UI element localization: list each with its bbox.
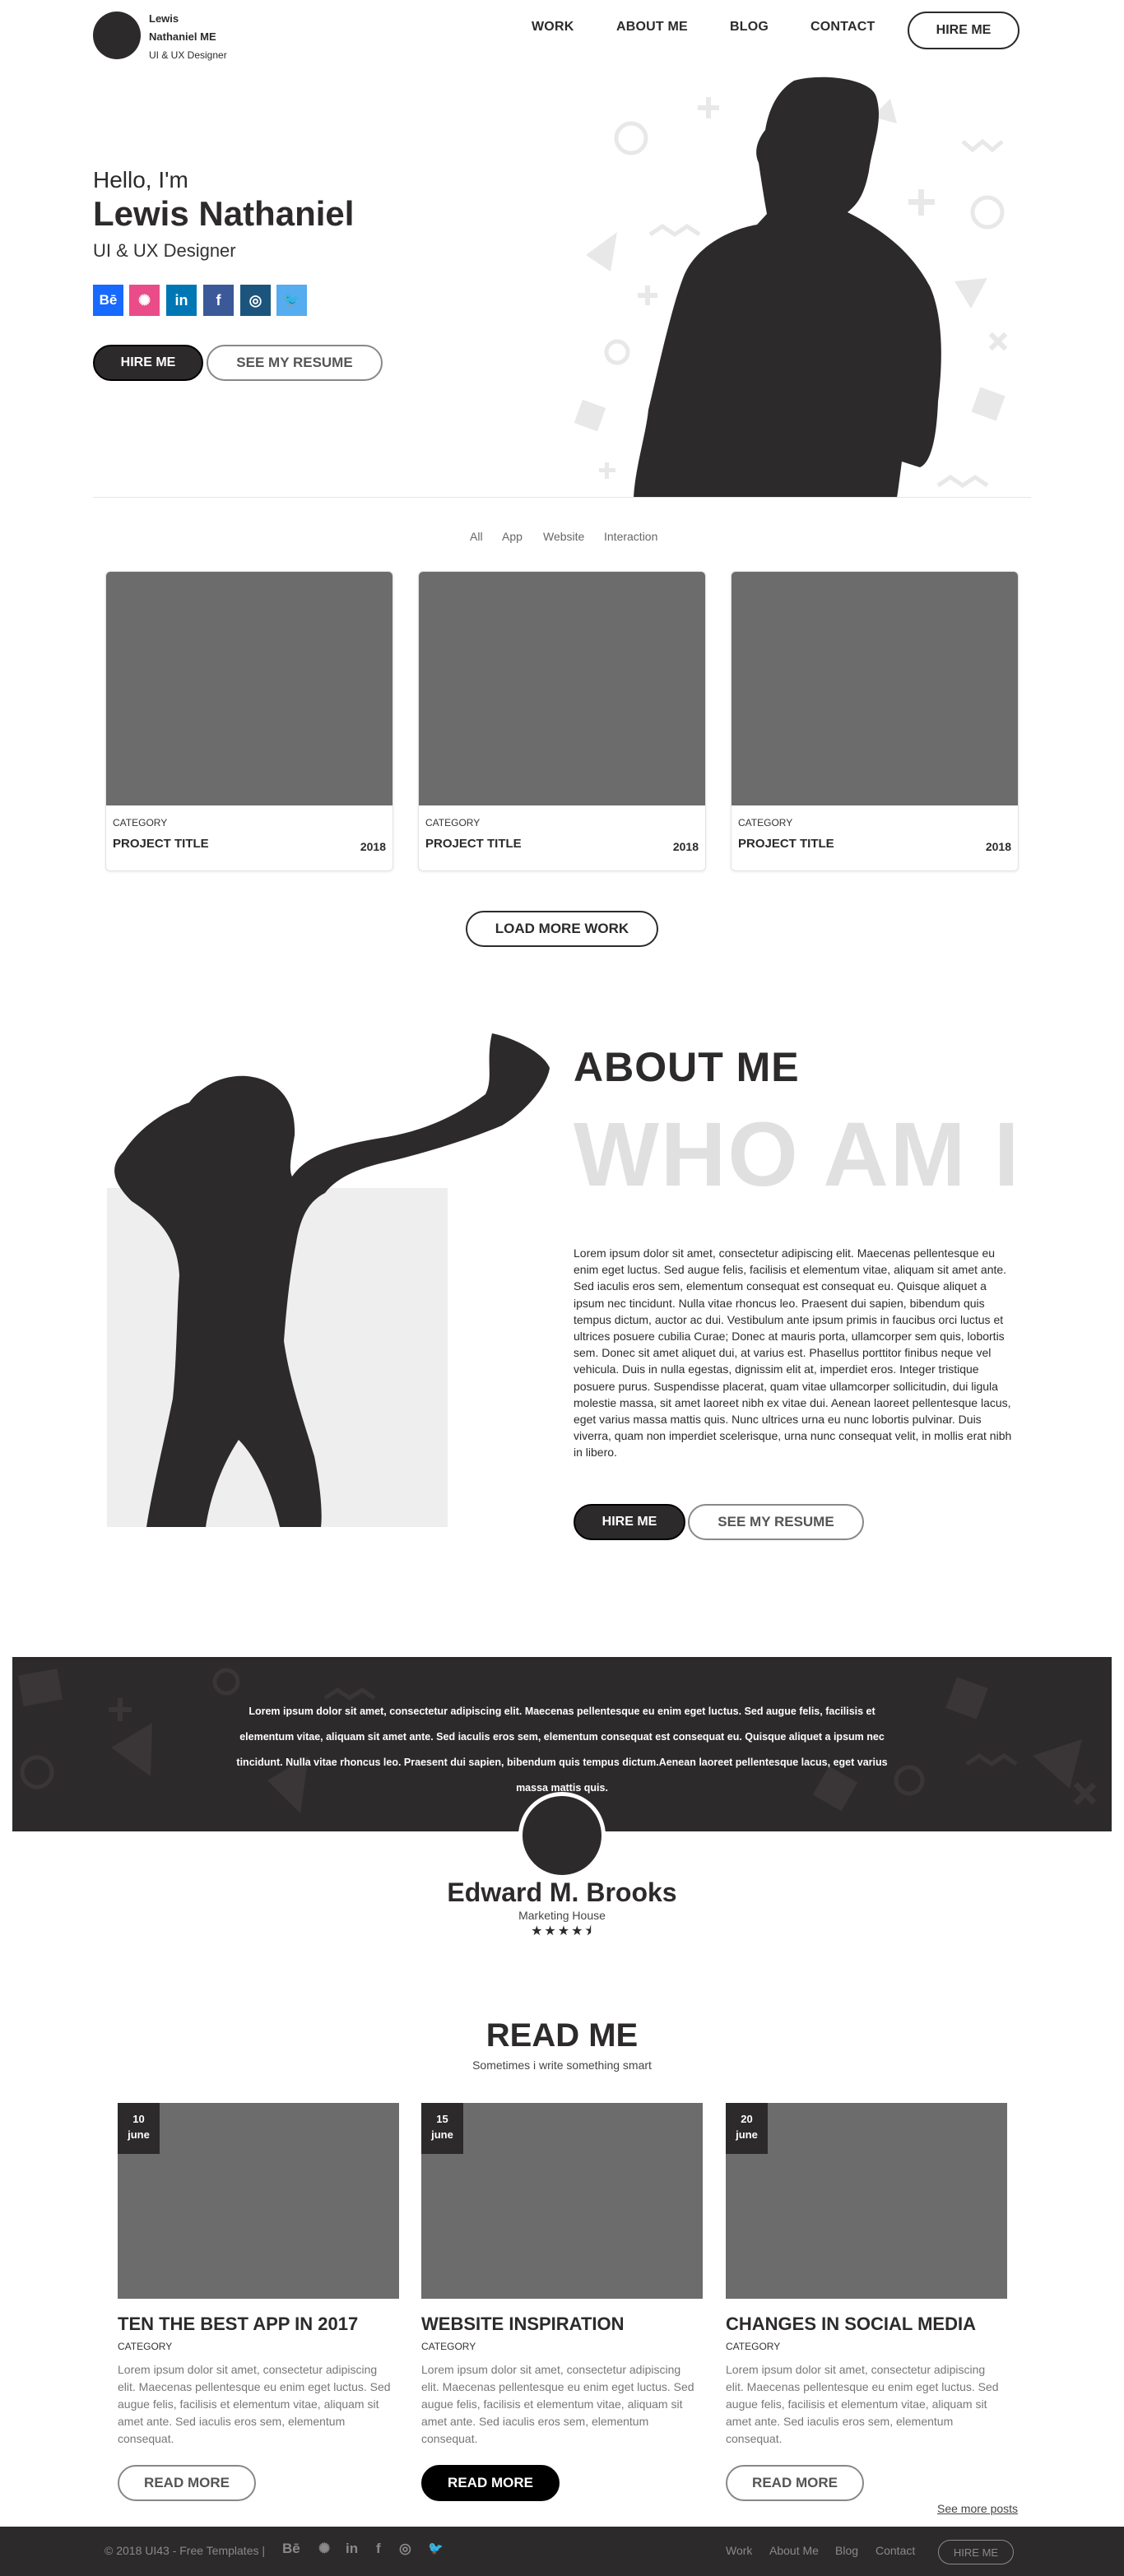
linkedin-icon[interactable]: in (166, 285, 197, 316)
blog-date-month: june (736, 2128, 758, 2141)
logo-line2: Nathaniel ME (149, 30, 216, 43)
blog-post-excerpt: Lorem ipsum dolor sit amet, consectetur … (421, 2363, 694, 2445)
dribbble-icon[interactable]: ✺ (129, 285, 160, 316)
blog-date-badge: 15 june (421, 2103, 463, 2154)
logo-text[interactable]: Lewis Nathaniel ME (149, 10, 216, 46)
project-title: PROJECT TITLE (738, 837, 834, 851)
read-more-button[interactable]: READ MORE (726, 2465, 864, 2501)
about-title: ABOUT ME (574, 1044, 800, 1090)
portfolio-card[interactable]: CATEGORY PROJECT TITLE 2018 (418, 571, 706, 871)
blog-date-day: 15 (436, 2113, 448, 2125)
blog-date-badge: 10 june (118, 2103, 160, 2154)
read-more-button[interactable]: READ MORE (421, 2465, 560, 2501)
blog-date-month: june (431, 2128, 453, 2141)
about-body-text: Lorem ipsum dolor sit amet, consectetur … (574, 1246, 1012, 1460)
logo-line1: Lewis (149, 12, 179, 25)
hero-divider (93, 497, 1031, 498)
hero-person-silhouette (634, 77, 941, 498)
blog-post-title[interactable]: CHANGES IN SOCIAL MEDIA (726, 2314, 976, 2335)
filter-all[interactable]: All (470, 530, 483, 543)
blog-date-day: 20 (741, 2113, 753, 2125)
project-thumbnail[interactable] (419, 572, 705, 805)
blog-subtitle: Sometimes i write something smart (472, 2058, 652, 2072)
footer-nav-work[interactable]: Work (726, 2544, 752, 2557)
testimonial-name: Edward M. Brooks (447, 1877, 677, 1907)
blog-date-badge: 20 june (726, 2103, 768, 2154)
behance-icon[interactable]: Bē (93, 285, 123, 316)
hero-hire-button[interactable]: HIRE ME (93, 345, 203, 381)
blog-post-excerpt: Lorem ipsum dolor sit amet, consectetur … (118, 2363, 391, 2445)
project-category: CATEGORY (738, 817, 793, 828)
nav-about-me[interactable]: ABOUT ME (616, 20, 688, 35)
project-title: PROJECT TITLE (113, 837, 209, 851)
star-rating-icon: ★★★★⯨ (531, 1924, 593, 1938)
filter-website[interactable]: Website (543, 530, 584, 543)
testimonial-company: Marketing House (518, 1909, 606, 1922)
portfolio-card[interactable]: CATEGORY PROJECT TITLE 2018 (731, 571, 1019, 871)
project-category: CATEGORY (113, 817, 168, 828)
project-year: 2018 (360, 840, 386, 853)
testimonial-avatar (518, 1792, 606, 1879)
blog-post-category: CATEGORY (421, 2341, 476, 2352)
nav-work[interactable]: WORK (532, 20, 574, 35)
nav-contact[interactable]: CONTACT (810, 20, 875, 35)
blog-thumbnail[interactable] (421, 2103, 703, 2299)
logo-subtitle: UI & UX Designer (149, 49, 227, 61)
hero-name: Lewis Nathaniel (93, 194, 355, 233)
testimonial-quote: Lorem ipsum dolor sit amet, consectetur … (236, 1706, 888, 1794)
see-more-posts-link[interactable]: See more posts (937, 2502, 1018, 2515)
facebook-icon[interactable]: f (203, 285, 234, 316)
blog-thumbnail[interactable] (726, 2103, 1007, 2299)
nav-blog[interactable]: BLOG (730, 20, 769, 35)
dribbble-icon[interactable]: ✺ (318, 2541, 330, 2557)
instagram-icon[interactable]: ◎ (399, 2541, 411, 2557)
blog-post-excerpt: Lorem ipsum dolor sit amet, consectetur … (726, 2363, 999, 2445)
footer-nav-about-me[interactable]: About Me (769, 2544, 819, 2557)
hero-role: UI & UX Designer (93, 240, 236, 261)
load-more-button[interactable]: LOAD MORE WORK (466, 911, 658, 947)
project-category: CATEGORY (425, 817, 481, 828)
footer-hire-button[interactable]: HIRE ME (938, 2540, 1014, 2564)
blog-date-day: 10 (132, 2113, 145, 2125)
project-year: 2018 (985, 840, 1011, 853)
portfolio-card[interactable]: CATEGORY PROJECT TITLE 2018 (105, 571, 393, 871)
footer-copyright: © 2018 UI43 - Free Templates | (105, 2544, 266, 2557)
about-hire-button[interactable]: HIRE ME (574, 1504, 685, 1540)
facebook-icon[interactable]: f (376, 2541, 381, 2557)
footer-nav-contact[interactable]: Contact (876, 2544, 915, 2557)
blog-date-month: june (128, 2128, 150, 2141)
project-title: PROJECT TITLE (425, 837, 522, 851)
project-year: 2018 (672, 840, 699, 853)
blog-post-category: CATEGORY (726, 2341, 781, 2352)
hero-greeting: Hello, I'm (93, 167, 188, 193)
footer-nav-blog[interactable]: Blog (835, 2544, 858, 2557)
logo-avatar[interactable] (93, 12, 141, 59)
behance-icon[interactable]: Bē (282, 2541, 300, 2557)
about-person-silhouette (114, 1033, 550, 1527)
blog-post-title[interactable]: WEBSITE INSPIRATION (421, 2314, 625, 2335)
blog-post-title[interactable]: TEN THE BEST APP IN 2017 (118, 2314, 358, 2335)
linkedin-icon[interactable]: in (346, 2541, 358, 2557)
blog-thumbnail[interactable] (118, 2103, 399, 2299)
instagram-icon[interactable]: ◎ (240, 285, 271, 316)
blog-title: READ ME (485, 2017, 639, 2054)
header-hire-button[interactable]: HIRE ME (908, 12, 1019, 49)
project-thumbnail[interactable] (106, 572, 392, 805)
project-thumbnail[interactable] (732, 572, 1018, 805)
read-more-button[interactable]: READ MORE (118, 2465, 256, 2501)
twitter-icon[interactable]: 🐦 (276, 285, 307, 316)
about-headline: WHO AM I (574, 1104, 1021, 1205)
hero-resume-button[interactable]: SEE MY RESUME (207, 345, 383, 381)
filter-app[interactable]: App (502, 530, 523, 543)
about-resume-button[interactable]: SEE MY RESUME (688, 1504, 864, 1540)
filter-interaction[interactable]: Interaction (604, 530, 657, 543)
twitter-icon[interactable]: 🐦 (428, 2541, 444, 2555)
blog-post-category: CATEGORY (118, 2341, 173, 2352)
